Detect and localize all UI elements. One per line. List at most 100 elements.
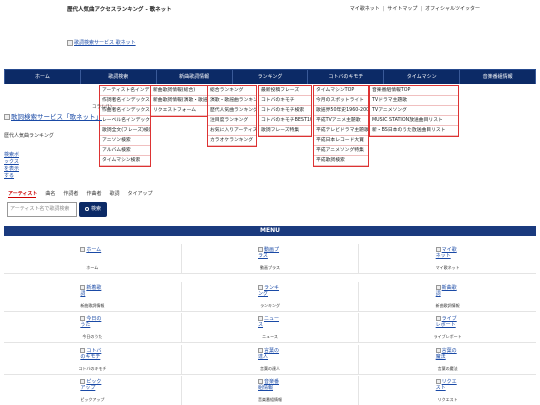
nav-new-songs[interactable]: 新曲歌詞情報 bbox=[157, 70, 233, 84]
top-links: マイ歌ネット | サイトマップ | オフィシャルツイッター bbox=[350, 5, 480, 12]
live-icon: ライブレポート bbox=[435, 316, 457, 328]
nav-lyrics-search[interactable]: 歌詞検索 bbox=[81, 70, 157, 84]
menu-row: ホーム ホーム 動画プラス 動画プラス マイ歌ネット マイ歌ネット bbox=[4, 244, 537, 274]
search-button[interactable]: 検索 bbox=[79, 202, 107, 217]
dropdown-item[interactable]: 総合ランキング bbox=[208, 86, 256, 96]
menu-row: コトバのキモチ コトバのキモチ 言葉の達人 言葉の達人 言葉の魔法 言葉の魔法 bbox=[4, 344, 537, 375]
nav-ranking[interactable]: ランキング bbox=[233, 70, 309, 84]
dropdown-music-programs: 音楽番組情報TOP TVドラマ主題歌 TVアニメソング MUSIC STATIO… bbox=[369, 85, 459, 137]
dropdown-item[interactable]: タイムマシン検索 bbox=[100, 156, 150, 166]
dropdown-item[interactable]: タイムマシンTOP bbox=[314, 86, 368, 96]
dropdown-item[interactable]: 新曲歌詞情報(演歌・歌謡曲) bbox=[151, 96, 207, 106]
menu-item-label: リクエスト bbox=[437, 397, 458, 402]
tab-artist[interactable]: アーティスト bbox=[8, 190, 37, 197]
sitemap-link[interactable]: サイトマップ bbox=[387, 6, 417, 12]
dropdown-item[interactable]: 平成テレビドラマ主題歌 bbox=[314, 126, 368, 136]
menu-item-label: ランキング bbox=[260, 302, 280, 308]
dropdown-item[interactable]: 歌謡界50年史1960-2009 bbox=[314, 106, 368, 116]
nav-timemachine[interactable]: タイムマシン bbox=[384, 70, 461, 84]
service-banner[interactable]: 歌詞検索サービス「歌ネット」 bbox=[4, 111, 102, 121]
dropdown-item[interactable]: レーベル名インデックス検索 bbox=[100, 116, 150, 126]
dropdown-item[interactable]: カラオケランキング bbox=[208, 136, 256, 146]
menu-item-video-plus[interactable]: 動画プラス 動画プラス bbox=[181, 244, 360, 274]
menu-item-pickup[interactable]: ピックアップ ピックアップ bbox=[4, 376, 182, 405]
menu-item-new-lyrics[interactable]: 新着歌詞 新曲歌詞情報 bbox=[4, 281, 182, 312]
dropdown-item[interactable]: MUSIC STATION放送曲目リスト bbox=[370, 116, 458, 126]
dropdown-item[interactable]: TVアニメソング bbox=[370, 106, 458, 116]
nav-kotoba[interactable]: コトバのキモチ bbox=[308, 70, 385, 84]
new-lyrics-icon: 新着歌詞 bbox=[80, 284, 102, 297]
official-twitter-link[interactable]: オフィシャルツイッター bbox=[425, 6, 480, 12]
dropdown-item[interactable]: 平成歌詞検索 bbox=[314, 156, 368, 166]
dropdown-item[interactable]: コトバのキモチ検索 bbox=[259, 106, 311, 116]
search-toggle-image[interactable]: 検索ボックスを表示する bbox=[4, 152, 22, 180]
dropdown-item[interactable]: 新・BS日本のうた放送曲目リスト bbox=[370, 126, 458, 136]
tab-lyrics[interactable]: 歌詞 bbox=[109, 190, 119, 197]
my-utanet-link[interactable]: マイ歌ネット bbox=[350, 6, 380, 12]
new-songs-icon: 新曲歌詞 bbox=[435, 284, 457, 297]
menu-item-label: ニュース bbox=[262, 334, 278, 339]
dropdown-item[interactable]: 新曲歌詞情報(総合) bbox=[151, 86, 207, 96]
tab-lyricist[interactable]: 作詞者 bbox=[63, 190, 78, 197]
dropdown-item[interactable]: 歌詞全文(フレーズ)検索 bbox=[100, 126, 150, 136]
tab-composer[interactable]: 作曲者 bbox=[86, 190, 101, 197]
site-logo[interactable]: 歌詞検索サービス 歌ネット bbox=[67, 39, 136, 46]
menu-item-label: 動画プラス bbox=[260, 265, 280, 270]
menu-item-live-report[interactable]: ライブレポート ライブレポート bbox=[359, 313, 537, 343]
dropdown-item[interactable]: 演歌・歌謡曲ランキング bbox=[208, 96, 256, 106]
menu-item-music-programs[interactable]: 音楽番組情報 音楽番組情報 bbox=[181, 376, 360, 405]
menu-item-my-utanet[interactable]: マイ歌ネット マイ歌ネット bbox=[359, 244, 537, 274]
calendar-icon: 今日のうた bbox=[80, 316, 102, 328]
menu-item-label: 今日のうた bbox=[82, 334, 103, 339]
dropdown-item[interactable]: TVドラマ主題歌 bbox=[370, 96, 458, 106]
menu-row: 新着歌詞 新曲歌詞情報 ランキング ランキング 新曲歌詞 新曲歌詞情報 bbox=[4, 281, 537, 312]
dropdown-item[interactable]: アニソン検索 bbox=[100, 136, 150, 146]
column-label: コラム(1) bbox=[92, 105, 112, 110]
menu-item-news[interactable]: ニュース ニュース bbox=[181, 313, 360, 343]
top-bar: 歴代人気曲アクセスランキング - 歌ネット マイ歌ネット | サイトマップ | オフィシ… bbox=[0, 0, 540, 16]
search-icon bbox=[84, 206, 89, 211]
dropdown-lyrics-search: アーティスト名インデックス 作詞者名インデックス 作曲者名インデックス レーベル… bbox=[99, 85, 151, 167]
tab-tieup[interactable]: タイアップ bbox=[127, 190, 152, 197]
dropdown-item[interactable]: お気に入りアーティスト bbox=[208, 126, 256, 136]
menu-header: MENU bbox=[4, 226, 536, 236]
nav-home[interactable]: ホーム bbox=[4, 70, 81, 84]
dropdown-item[interactable]: 平成TVアニメ主題歌 bbox=[314, 116, 368, 126]
tab-song-title[interactable]: 曲名 bbox=[45, 190, 55, 197]
dropdown-item[interactable]: アルバム検索 bbox=[100, 146, 150, 156]
dropdown-item[interactable]: リクエストフォーム bbox=[151, 106, 207, 116]
active-tab-underline bbox=[8, 197, 36, 198]
menu-item-kotoba[interactable]: コトバのキモチ コトバのキモチ bbox=[4, 344, 182, 375]
menu-item-word-master[interactable]: 言葉の達人 言葉の達人 bbox=[181, 344, 360, 375]
separator: | bbox=[382, 6, 385, 12]
menu-item-word-magic[interactable]: 言葉の魔法 言葉の魔法 bbox=[359, 344, 537, 375]
logo-alt-text: 歌詞検索サービス 歌ネット bbox=[74, 40, 136, 46]
menu-item-home[interactable]: ホーム ホーム bbox=[4, 244, 182, 274]
menu-item-label: 言葉の達人 bbox=[260, 365, 280, 371]
dropdown-item[interactable]: コトバのキモチBEST10 bbox=[259, 116, 311, 126]
home-icon: ホーム bbox=[80, 247, 104, 253]
menu-item-ranking[interactable]: ランキング ランキング bbox=[181, 281, 360, 312]
menu-item-request[interactable]: リクエスト リクエスト bbox=[359, 376, 537, 405]
dropdown-item[interactable]: 平成アニメソング特集 bbox=[314, 146, 368, 156]
dropdown-item[interactable]: 歴代人気曲ランキング bbox=[208, 106, 256, 116]
dropdown-item[interactable]: 歌詞フレーズ特集 bbox=[259, 126, 311, 136]
global-nav: ホーム 歌詞検索 新曲歌詞情報 ランキング コトバのキモチ タイムマシン 音楽番… bbox=[4, 69, 537, 84]
nav-music-programs[interactable]: 音楽番組情報 bbox=[460, 70, 537, 84]
search-button-label: 検索 bbox=[90, 206, 101, 212]
dropdown-item[interactable]: 平成日本レコード大賞 bbox=[314, 136, 368, 146]
dropdown-item[interactable]: アーティスト名インデックス bbox=[100, 86, 150, 96]
dropdown-item[interactable]: 最新投稿フレーズ bbox=[259, 86, 311, 96]
news-icon: ニュース bbox=[258, 316, 280, 328]
dropdown-item[interactable]: 注目度ランキング bbox=[208, 116, 256, 126]
dropdown-new-songs: 新曲歌詞情報(総合) 新曲歌詞情報(演歌・歌謡曲) リクエストフォーム bbox=[150, 85, 208, 117]
menu-item-new-songs[interactable]: 新曲歌詞 新曲歌詞情報 bbox=[359, 281, 537, 312]
dropdown-item[interactable]: 音楽番組情報TOP bbox=[370, 86, 458, 96]
dropdown-item[interactable]: 今月のスポットライト bbox=[314, 96, 368, 106]
tv-icon: 音楽番組情報 bbox=[258, 379, 280, 391]
menu-item-todays-song[interactable]: 今日のうた 今日のうた bbox=[4, 313, 182, 343]
search-input[interactable]: アーティスト名で歌詞検索 bbox=[7, 202, 77, 217]
dropdown-ranking: 総合ランキング 演歌・歌謡曲ランキング 歴代人気曲ランキング 注目度ランキング … bbox=[207, 85, 257, 147]
dropdown-item[interactable]: コトバのキモチ bbox=[259, 96, 311, 106]
menu-item-label: 音楽番組情報 bbox=[258, 397, 282, 402]
